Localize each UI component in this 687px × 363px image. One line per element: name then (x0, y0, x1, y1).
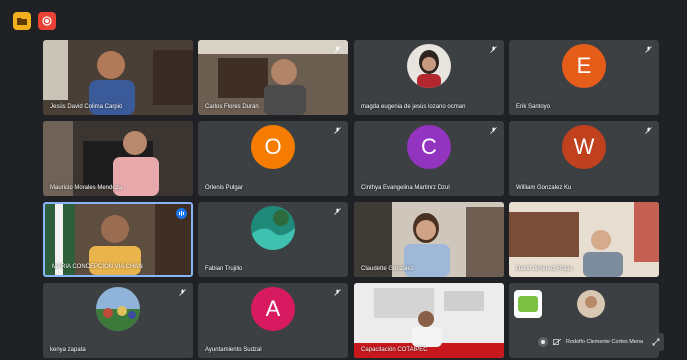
participant-name: Ayuntamiento Sudzal (205, 347, 262, 353)
mic-off-icon (178, 288, 187, 297)
participant-name: Capacitación COTAIPEC (361, 347, 428, 353)
avatar-initial: W (573, 134, 595, 160)
participant-name: David Jiménez Rojas (516, 266, 573, 272)
participant-tile[interactable]: W William Gonzalez Ku (509, 121, 659, 196)
mic-off-icon (333, 45, 342, 54)
avatar: E (562, 44, 606, 89)
participant-name: Erik Santoyo (516, 104, 551, 110)
avatar: A (251, 287, 295, 332)
avatar-initial: O (264, 134, 282, 160)
avatar: C (407, 125, 451, 170)
mic-off-icon (333, 288, 342, 297)
pinned-participant-name: Rodolfo Clemente Cortes Mena (566, 339, 644, 345)
participant-tile[interactable]: A Ayuntamiento Sudzal (198, 283, 348, 358)
mic-off-icon (644, 45, 653, 54)
participant-tile[interactable]: Jesús David Colima Carpio (43, 40, 193, 115)
pinned-participant-bar[interactable]: Rodolfo Clemente Cortes Mena (534, 333, 664, 351)
participant-tile[interactable]: O Orlenis Pulgar (198, 121, 348, 196)
participant-name: kenya zapata (50, 347, 86, 353)
participant-tile[interactable]: MARIA CONCEPCION VIA CHAN (43, 202, 193, 277)
pin-icon (538, 337, 548, 347)
participant-tile[interactable]: E Erik Santoyo (509, 40, 659, 115)
participant-name: magda eugenia de jesús lozano ocman (361, 104, 466, 110)
mic-off-icon (489, 126, 498, 135)
mic-off-icon (333, 207, 342, 216)
avatar-initial: E (576, 53, 592, 79)
participant-name: Orlenis Pulgar (205, 185, 244, 191)
participant-tile[interactable]: magda eugenia de jesús lozano ocman (354, 40, 504, 115)
avatar: O (251, 125, 295, 170)
participant-tile[interactable]: Claudette González (354, 202, 504, 277)
meeting-screen: Jesús David Colima Carpio Carlos Flores … (0, 0, 687, 360)
participant-tile[interactable]: David Jiménez Rojas (509, 202, 659, 277)
avatar: W (562, 125, 606, 170)
avatar (407, 44, 451, 89)
participant-name: Jesús David Colima Carpio (50, 104, 123, 110)
participant-tile[interactable]: kenya zapata (43, 283, 193, 358)
participant-name: Mauricio Morales Mendoza (50, 185, 123, 191)
avatar (96, 287, 140, 332)
camera-off-icon (552, 337, 562, 347)
avatar (577, 289, 605, 318)
avatar (514, 289, 542, 318)
expand-icon[interactable] (652, 333, 660, 351)
participant-tile[interactable]: C Cinthya Evangelina Martinrz Dzul (354, 121, 504, 196)
record-button[interactable] (38, 12, 56, 30)
participant-name: William Gonzalez Ku (516, 185, 572, 191)
participant-tile[interactable]: Fabian Trujillo (198, 202, 348, 277)
participant-name: Fabian Trujillo (205, 266, 243, 272)
folder-icon-button[interactable] (13, 12, 31, 30)
participant-name: MARIA CONCEPCION VIA CHAN (52, 264, 143, 270)
avatar-initial: C (421, 134, 437, 160)
participant-name: Carlos Flores Durán (205, 104, 259, 110)
avatar (251, 206, 295, 251)
folder-icon (17, 18, 27, 25)
participant-tile[interactable]: Capacitación COTAIPEC (354, 283, 504, 358)
record-icon (42, 16, 52, 26)
participant-name: Cinthya Evangelina Martinrz Dzul (361, 185, 450, 191)
speaking-indicator-icon (176, 208, 187, 219)
participant-name: Claudette González (361, 266, 414, 272)
participant-tile[interactable]: Carlos Flores Durán (198, 40, 348, 115)
mic-off-icon (644, 126, 653, 135)
mic-off-icon (489, 45, 498, 54)
participant-tile[interactable]: Mauricio Morales Mendoza (43, 121, 193, 196)
mic-off-icon (333, 126, 342, 135)
avatar-initial: A (265, 296, 281, 322)
